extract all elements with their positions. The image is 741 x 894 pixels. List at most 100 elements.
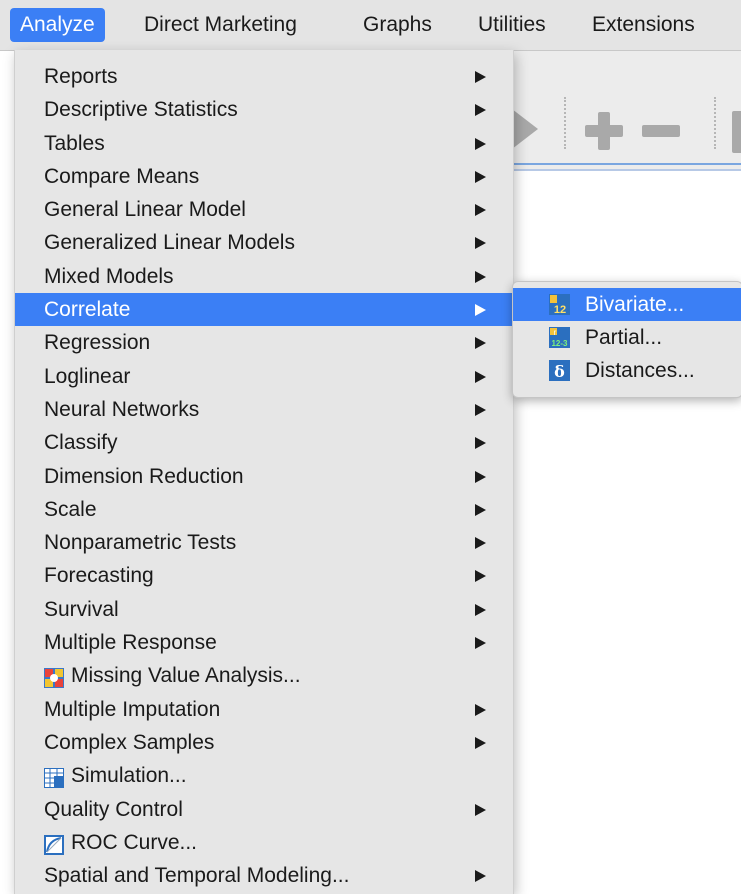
menu-item-label: Complex Samples — [44, 730, 215, 754]
submenu-arrow-icon — [475, 537, 486, 550]
menu-item-survival[interactable]: Survival — [15, 593, 513, 626]
menu-item-label: Correlate — [44, 298, 131, 322]
submenu-arrow-icon — [475, 204, 486, 217]
partial-icon: r 12-3 — [549, 327, 570, 348]
menu-item-label: Multiple Response — [44, 631, 217, 655]
menubar-extensions[interactable]: Extensions — [592, 8, 695, 42]
minus-icon[interactable] — [642, 125, 680, 137]
menu-item-label: Dimension Reduction — [44, 464, 244, 488]
menu-item-complex-samples[interactable]: Complex Samples — [15, 726, 513, 759]
menu-item-tables[interactable]: Tables — [15, 127, 513, 160]
menu-item-loglinear[interactable]: Loglinear — [15, 360, 513, 393]
menu-item-label: ROC Curve... — [71, 830, 198, 854]
menu-item-label: Tables — [44, 131, 105, 155]
menu-item-neural-networks[interactable]: Neural Networks — [15, 393, 513, 426]
submenu-item-label: Bivariate... — [585, 293, 685, 316]
submenu-arrow-icon — [475, 337, 486, 350]
menu-item-label: General Linear Model — [44, 198, 246, 222]
menu-item-nonparametric-tests[interactable]: Nonparametric Tests — [15, 526, 513, 559]
submenu-arrow-icon — [475, 403, 486, 416]
menu-item-forecasting[interactable]: Forecasting — [15, 559, 513, 592]
menu-item-label: Spatial and Temporal Modeling... — [44, 864, 350, 888]
submenu-item-partial[interactable]: r 12-3 Partial... — [513, 321, 741, 354]
menu-item-label: Descriptive Statistics — [44, 98, 238, 122]
submenu-item-label: Distances... — [585, 359, 695, 382]
menu-item-regression[interactable]: Regression — [15, 326, 513, 359]
simulation-icon — [44, 765, 64, 789]
menu-item-generalized-linear-models[interactable]: Generalized Linear Models — [15, 226, 513, 259]
submenu-arrow-icon — [475, 570, 486, 583]
menu-item-mixed-models[interactable]: Mixed Models — [15, 260, 513, 293]
submenu-arrow-icon — [475, 71, 486, 83]
submenu-item-bivariate[interactable]: 12 Bivariate... — [513, 288, 741, 321]
menu-item-general-linear-model[interactable]: General Linear Model — [15, 193, 513, 226]
menu-item-label: Loglinear — [44, 364, 131, 388]
menu-item-dimension-reduction[interactable]: Dimension Reduction — [15, 460, 513, 493]
missing-value-icon — [44, 665, 64, 689]
menu-item-multiple-response[interactable]: Multiple Response — [15, 626, 513, 659]
menu-item-classify[interactable]: Classify — [15, 426, 513, 459]
forward-arrow-icon[interactable] — [512, 109, 538, 149]
submenu-arrow-icon — [475, 370, 486, 383]
submenu-arrow-icon — [475, 603, 486, 616]
menu-bar: Analyze Direct Marketing Graphs Utilitie… — [0, 0, 741, 51]
submenu-arrow-icon — [475, 503, 486, 516]
menu-item-descriptive-statistics[interactable]: Descriptive Statistics — [15, 93, 513, 126]
submenu-arrow-icon — [475, 803, 486, 816]
menu-item-quality-control[interactable]: Quality Control — [15, 793, 513, 826]
submenu-arrow-icon — [475, 170, 486, 183]
menu-item-spatial-and-temporal-modeling[interactable]: Spatial and Temporal Modeling... — [15, 859, 513, 892]
menu-item-missing-value-analysis[interactable]: Missing Value Analysis... — [15, 659, 513, 692]
menu-item-label: Regression — [44, 331, 151, 355]
menu-item-scale[interactable]: Scale — [15, 493, 513, 526]
partial-icon-text-bottom: 12-3 — [551, 339, 568, 348]
menu-item-correlate[interactable]: Correlate — [15, 293, 513, 327]
submenu-arrow-icon — [475, 104, 486, 117]
menu-item-label: Generalized Linear Models — [44, 231, 295, 255]
submenu-arrow-icon — [475, 736, 486, 749]
menu-item-label: Classify — [44, 431, 118, 455]
menu-item-reports[interactable]: Reports — [15, 60, 513, 93]
menu-item-label: Neural Networks — [44, 397, 200, 421]
menu-item-roc-curve[interactable]: ROC Curve... — [15, 826, 513, 859]
submenu-item-label: Partial... — [585, 326, 663, 349]
submenu-arrow-icon — [475, 237, 486, 250]
menu-item-label: Compare Means — [44, 164, 200, 188]
toolbar-icon-partial[interactable] — [732, 111, 741, 153]
menu-item-multiple-imputation[interactable]: Multiple Imputation — [15, 693, 513, 726]
bivariate-icon-text: 12 — [554, 304, 566, 315]
submenu-arrow-icon — [475, 304, 486, 317]
submenu-arrow-icon — [475, 703, 486, 716]
menu-item-label: Nonparametric Tests — [44, 531, 237, 555]
menu-item-label: Mixed Models — [44, 264, 174, 288]
menu-item-label: Multiple Imputation — [44, 697, 221, 721]
submenu-arrow-icon — [475, 637, 486, 650]
submenu-arrow-icon — [475, 437, 486, 450]
menu-item-label: Forecasting — [44, 564, 154, 588]
menubar-direct-marketing[interactable]: Direct Marketing — [144, 8, 297, 42]
bivariate-icon: 12 — [549, 294, 570, 315]
toolbar-separator — [564, 97, 566, 149]
menu-item-label: Scale — [44, 497, 97, 521]
menu-item-simulation[interactable]: Simulation... — [15, 759, 513, 792]
menu-item-label: Quality Control — [44, 797, 183, 821]
submenu-arrow-icon — [475, 870, 486, 883]
menubar-graphs[interactable]: Graphs — [363, 8, 432, 42]
menu-item-label: Survival — [44, 597, 119, 621]
menu-item-label: Missing Value Analysis... — [71, 664, 301, 688]
submenu-item-distances[interactable]: δ Distances... — [513, 354, 741, 387]
analyze-menu: Reports Descriptive Statistics Tables Compa… — [14, 50, 514, 894]
menubar-utilities[interactable]: Utilities — [478, 8, 546, 42]
toolbar-separator — [714, 97, 716, 149]
distances-icon: δ — [549, 360, 570, 381]
menubar-analyze[interactable]: Analyze — [10, 8, 105, 42]
menu-item-label: Reports — [44, 65, 118, 88]
distances-icon-text: δ — [554, 362, 565, 381]
roc-curve-icon — [44, 832, 64, 855]
menu-item-label: Simulation... — [71, 764, 187, 788]
submenu-arrow-icon — [475, 270, 486, 283]
plus-icon-vertical — [598, 112, 610, 150]
submenu-arrow-icon — [475, 137, 486, 150]
menu-item-compare-means[interactable]: Compare Means — [15, 160, 513, 193]
correlate-submenu: 12 Bivariate... r 12-3 Partial... δ Dist… — [512, 281, 741, 398]
